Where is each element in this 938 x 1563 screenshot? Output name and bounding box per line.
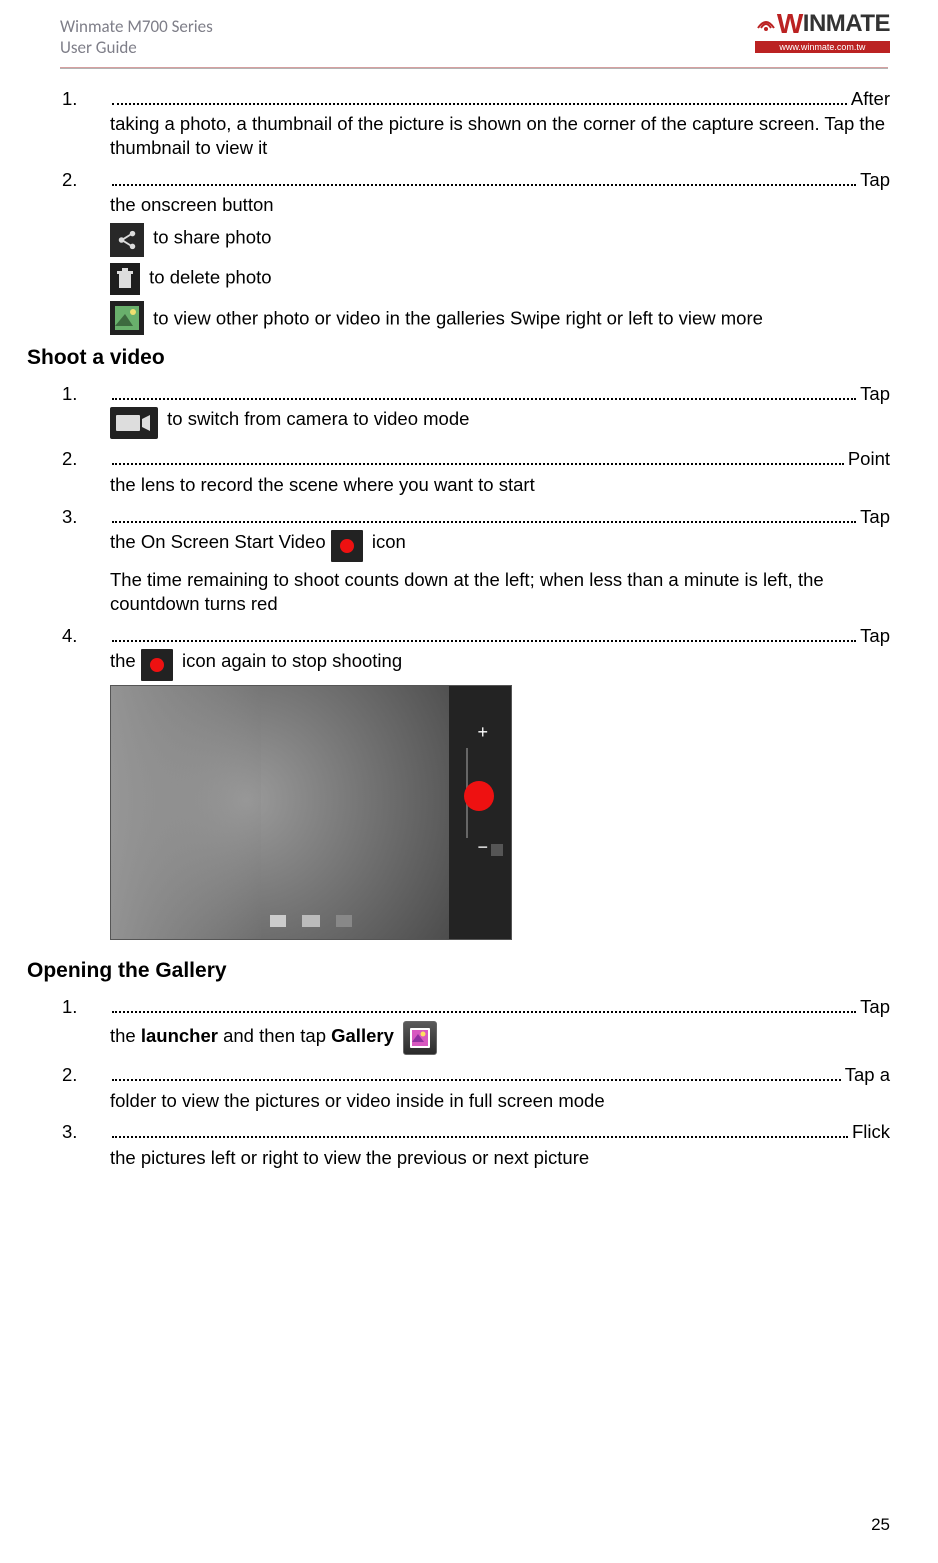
list-item: 1. Tap to switch from camera to video mo… (62, 382, 890, 440)
delete-line: to delete photo (110, 263, 890, 295)
leader-word: Tap (858, 505, 890, 529)
list-item: 2. Point the lens to record the scene wh… (62, 447, 890, 496)
wifi-icon (755, 14, 777, 34)
list-number: 1. (62, 87, 77, 111)
list-number: 2. (62, 168, 77, 192)
item3-text-b: icon (372, 531, 406, 552)
list-number: 3. (62, 505, 77, 529)
item3-text-a: the On Screen Start Video (110, 531, 331, 552)
list-number: 2. (62, 1063, 77, 1087)
leader-word: Tap a (843, 1063, 890, 1087)
g1-bold1: launcher (141, 1025, 218, 1046)
brand-name: WINMATE (755, 8, 890, 40)
leader-word: Tap (858, 995, 890, 1019)
item-body: the onscreen button (110, 193, 890, 217)
brand-url: www.winmate.com.tw (755, 41, 890, 53)
item-body-2: The time remaining to shoot counts down … (110, 568, 890, 615)
gallery-app-icon (403, 1021, 437, 1055)
g1-text-b: and then tap (223, 1025, 331, 1046)
item-body: the On Screen Start Video icon (110, 530, 890, 562)
item-body: to switch from camera to video mode (110, 407, 890, 439)
brand-rest: INMATE (803, 10, 890, 38)
dotted-leader: Tap a (110, 1063, 890, 1087)
list-item: 3. Flick the pictures left or right to v… (62, 1120, 890, 1169)
video-mode-icon (110, 407, 158, 439)
video-list: 1. Tap to switch from camera to video mo… (62, 382, 890, 941)
zoom-out-icon: − (477, 836, 488, 859)
dotted-leader: Tap (110, 505, 890, 529)
item-body: the lens to record the scene where you w… (110, 473, 890, 497)
view-text: to view other photo or video in the gall… (153, 307, 763, 328)
share-text: to share photo (153, 226, 271, 247)
video-mode-screenshot: + − (110, 685, 512, 940)
video-item1-text: to switch from camera to video mode (167, 408, 469, 429)
list-item: 1. After taking a photo, a thumbnail of … (62, 87, 890, 160)
g1-text-a: the (110, 1025, 141, 1046)
item-body: taking a photo, a thumbnail of the pictu… (110, 112, 890, 159)
leader-word: Point (846, 447, 890, 471)
list-item: 1. Tap the launcher and then tap Gallery (62, 995, 890, 1055)
leader-word: After (849, 87, 890, 111)
photo-list: 1. After taking a photo, a thumbnail of … (62, 87, 890, 335)
list-number: 4. (62, 624, 77, 648)
share-icon (110, 223, 144, 257)
list-item: 3. Tap the On Screen Start Video icon Th… (62, 505, 890, 616)
content: 1. After taking a photo, a thumbnail of … (0, 69, 938, 1170)
list-number: 2. (62, 447, 77, 471)
camera-mode-icon (270, 915, 286, 927)
dotted-leader: Point (110, 447, 890, 471)
list-number: 3. (62, 1120, 77, 1144)
item-body: the pictures left or right to view the p… (110, 1146, 890, 1170)
leader-word: Tap (858, 382, 890, 406)
list-number: 1. (62, 382, 77, 406)
g1-bold2: Gallery (331, 1025, 394, 1046)
delete-text: to delete photo (149, 266, 271, 287)
list-item: 2. Tap a folder to view the pictures or … (62, 1063, 890, 1112)
item-body: the icon again to stop shooting (110, 649, 890, 681)
dotted-leader: Tap (110, 382, 890, 406)
leader-word: Flick (850, 1120, 890, 1144)
dotted-leader: Tap (110, 168, 890, 192)
item-body: folder to view the pictures or video ins… (110, 1089, 890, 1113)
gallery-list: 1. Tap the launcher and then tap Gallery… (62, 995, 890, 1169)
mode-switch-row (111, 911, 511, 931)
item4-text-b: icon again to stop shooting (182, 650, 402, 671)
section-title-video: Shoot a video (27, 345, 890, 372)
share-line: to share photo (110, 223, 890, 257)
page-number: 25 (871, 1515, 890, 1535)
item-body: the launcher and then tap Gallery (110, 1021, 890, 1055)
panorama-mode-icon (336, 915, 352, 927)
zoom-in-icon: + (477, 721, 488, 744)
brand-logo: WINMATE www.winmate.com.tw (755, 8, 890, 53)
list-item: 2. Tap the onscreen button to share phot… (62, 168, 890, 335)
leader-word: Tap (858, 168, 890, 192)
trash-icon (110, 263, 140, 295)
section-title-gallery: Opening the Gallery (27, 958, 890, 985)
dotted-leader: After (110, 87, 890, 111)
item4-text-a: the (110, 650, 141, 671)
page-header: Winmate M700 Series User Guide WINMATE w… (0, 0, 938, 63)
dotted-leader: Flick (110, 1120, 890, 1144)
leader-word: Tap (858, 624, 890, 648)
record-icon (141, 649, 173, 681)
dotted-leader: Tap (110, 995, 890, 1019)
video-mode-selected-icon (302, 915, 320, 927)
view-line: to view other photo or video in the gall… (110, 301, 890, 335)
brand-w: W (777, 8, 803, 40)
list-item: 4. Tap the icon again to stop shooting + (62, 624, 890, 941)
list-number: 1. (62, 995, 77, 1019)
gallery-thumb-icon (110, 301, 144, 335)
record-icon (331, 530, 363, 562)
options-icon (491, 844, 503, 856)
dotted-leader: Tap (110, 624, 890, 648)
